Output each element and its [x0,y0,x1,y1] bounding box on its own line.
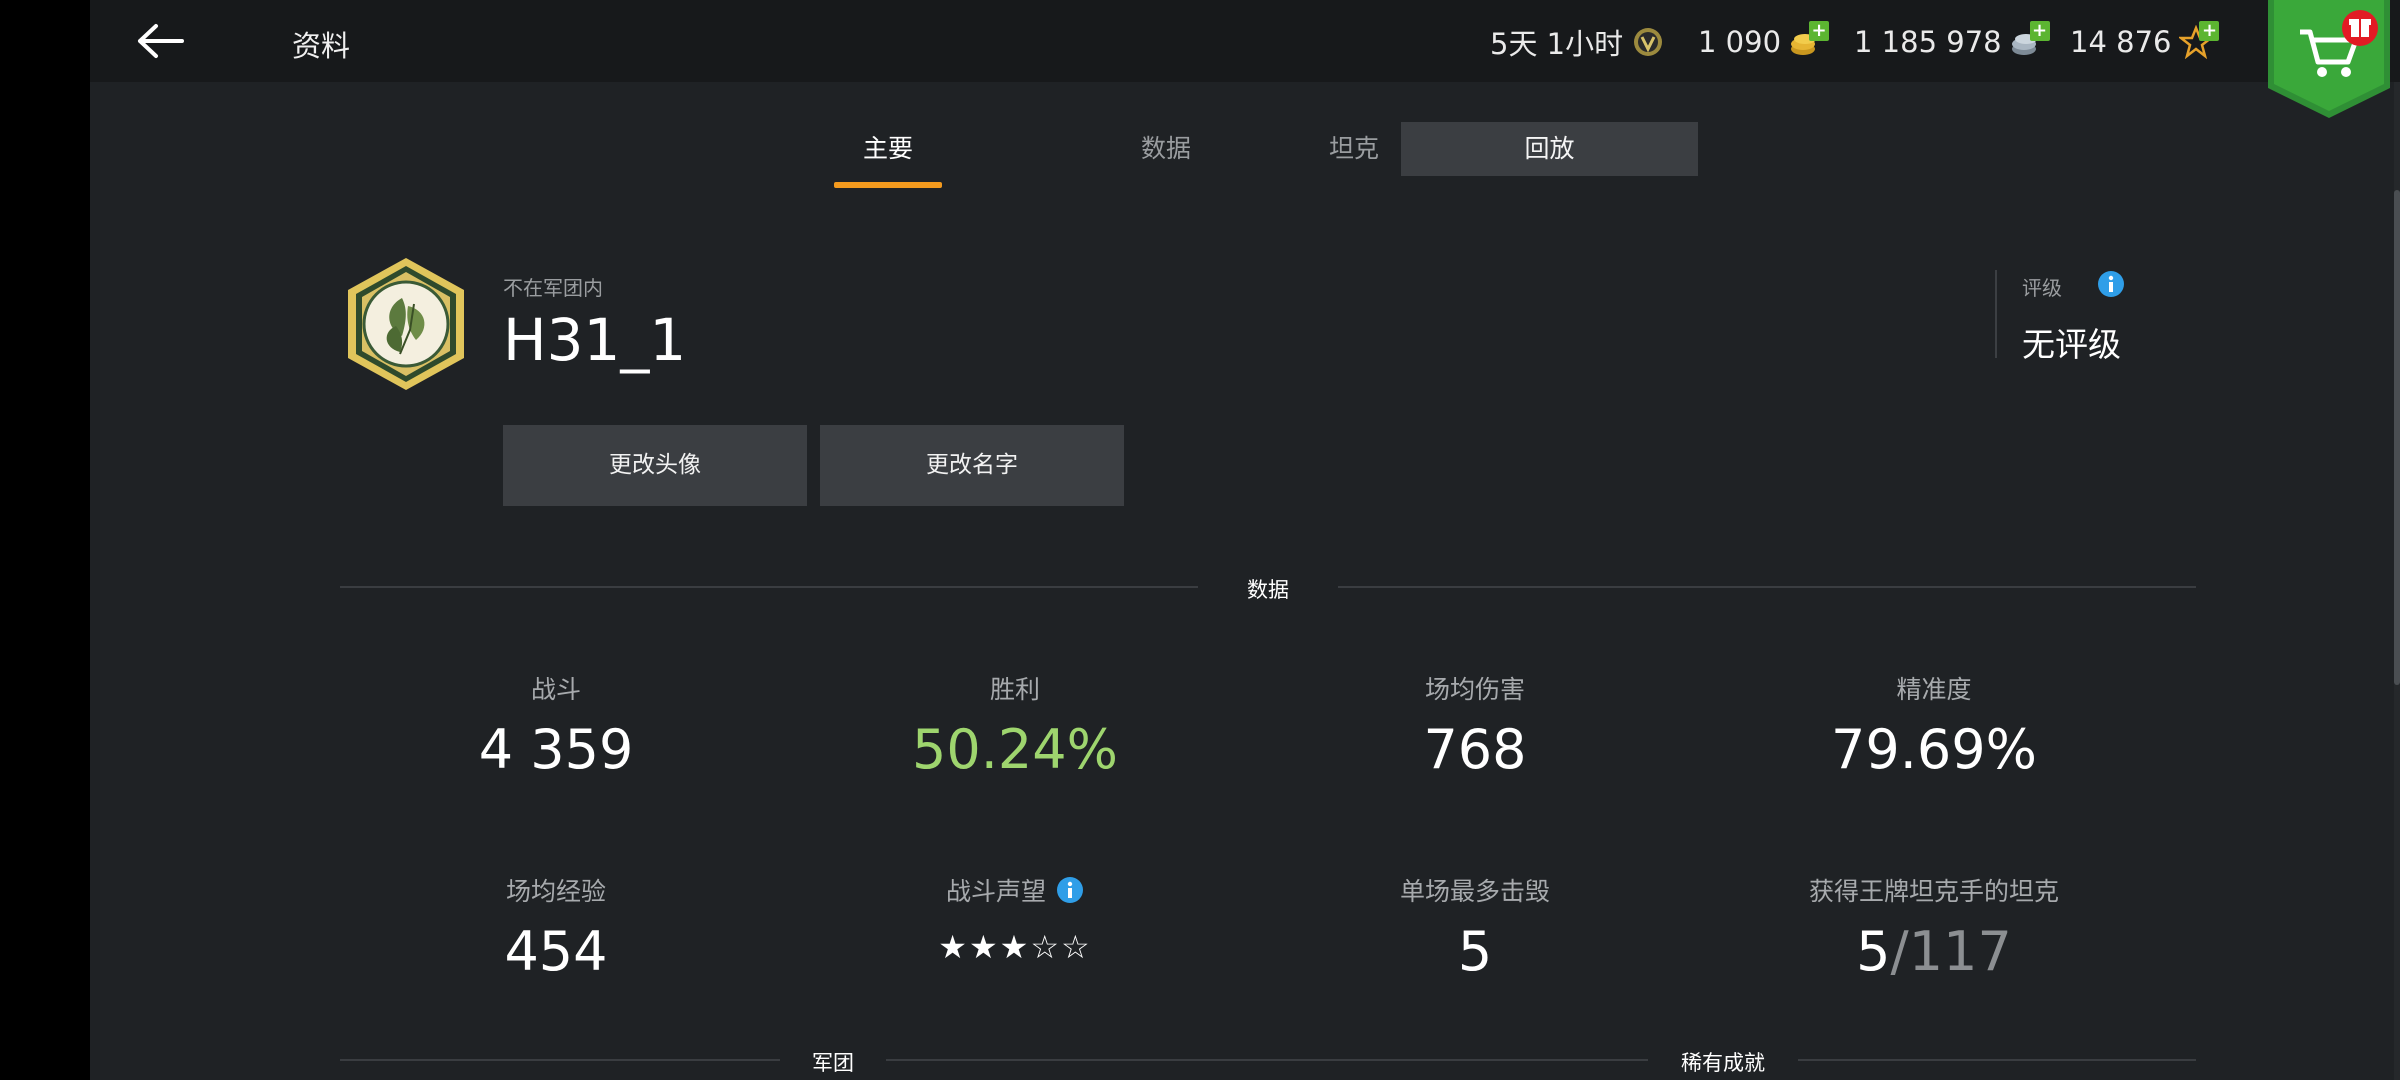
reputation-stars: ★★★☆☆ [805,928,1225,966]
max-kills-value: 5 [1457,920,1493,983]
section-divider-right [1338,586,2196,588]
rating-label: 评级 [2022,276,2062,300]
section-title-stats: 数据 [1247,578,1289,602]
player-name: H31_1 [503,306,687,374]
mastery-value: 5/117 [1724,920,2144,983]
tab-main[interactable]: 主要 [834,122,942,190]
premium-time-value: 5天 1小时 [1490,27,1624,61]
premium-time[interactable]: 5天 1小时 [1490,20,1665,64]
scrollbar-thumb[interactable] [2394,190,2400,685]
section-title-rare: 稀有成就 [1681,1051,1765,1075]
tab-replay[interactable]: 回放 [1401,122,1698,176]
tab-stats[interactable]: 数据 [1108,122,1224,190]
avg-xp-label: 场均经验 [505,877,606,906]
clan-status: 不在军团内 [503,276,603,300]
credits-value: 1 185 978 [1854,25,2002,59]
gold-balance[interactable]: 1 090 + [1698,20,1830,64]
star-4-icon: ☆ [1030,928,1062,966]
tab-tanks[interactable]: 坦克 [1296,122,1412,190]
clan-divider-left [340,1059,780,1061]
change-name-button[interactable]: 更改名字 [820,425,1124,506]
star-3-icon: ★ [999,928,1031,966]
wins-value: 50.24% [912,718,1118,781]
gold-value: 1 090 [1698,25,1782,59]
add-gold-icon[interactable]: + [1809,21,1830,41]
accuracy-label: 精准度 [1896,675,1972,704]
shop-cart-button[interactable] [2268,0,2390,120]
mastery-label: 获得王牌坦克手的坦克 [1808,877,2059,906]
reputation-label-row: 战斗声望 [805,872,1225,908]
add-credits-icon[interactable]: + [2029,21,2050,41]
mastery-count: 5 [1856,920,1891,983]
reputation-label: 战斗声望 [945,877,1046,906]
silver-coins-icon: + [2010,21,2050,59]
add-free-xp-icon[interactable]: + [2199,21,2220,41]
free-xp-value: 14 876 [2070,25,2172,59]
avatar [344,256,468,392]
star-2-icon: ★ [968,928,1000,966]
credits-balance[interactable]: 1 185 978 + [1854,20,2050,64]
battles-label: 战斗 [530,675,581,704]
gold-coins-icon: + [1789,21,1830,59]
avg-xp-value: 454 [504,920,608,983]
active-tab-indicator [834,182,942,188]
gift-badge-icon [2342,10,2378,46]
rating-divider [1995,270,1997,358]
change-avatar-button[interactable]: 更改头像 [503,425,807,506]
mastery-total: 117 [1908,920,2012,983]
star-icon: + [2177,21,2220,60]
section-title-clan: 军团 [812,1051,854,1075]
reputation-info-icon[interactable] [1056,876,1084,904]
max-kills-label: 单场最多击毁 [1399,877,1550,906]
page-title: 资料 [292,29,351,63]
premium-emblem-icon [1631,25,1665,59]
avg-damage-value: 768 [1423,718,1527,781]
rating-value: 无评级 [2022,325,2121,364]
section-divider-left [340,586,1198,588]
free-xp-balance[interactable]: 14 876 + [2070,20,2220,64]
rating-info-icon[interactable] [2097,270,2125,298]
battles-value: 4 359 [478,718,634,781]
clan-divider-right [886,1059,1321,1061]
mastery-separator: / [1890,920,1909,983]
star-1-icon: ★ [938,928,969,966]
rare-divider-left [1258,1059,1648,1061]
back-arrow-icon[interactable] [134,16,190,66]
wins-label: 胜利 [989,675,1040,704]
star-5-icon: ☆ [1061,928,1092,966]
avg-damage-label: 场均伤害 [1424,675,1525,704]
rare-divider-right [1798,1059,2196,1061]
top-bar: 资料 5天 1小时 1 090 + 1 185 978 + 14 876 + [90,0,2400,82]
accuracy-value: 79.69% [1831,718,2037,781]
profile-screen: 资料 5天 1小时 1 090 + 1 185 978 + 14 876 + 主… [90,0,2400,1080]
